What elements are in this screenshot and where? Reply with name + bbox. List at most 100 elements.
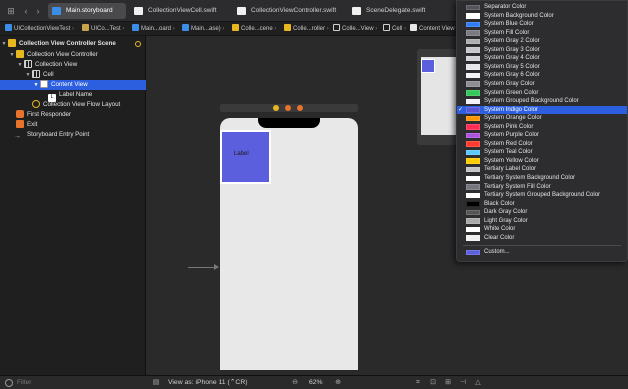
view-icon [410,24,417,31]
first-responder-dock-icon[interactable] [285,105,291,111]
filter-input[interactable]: Filter [17,376,31,389]
document-outline: ▼ Collection View Controller Scene ▼ Colle… [0,36,146,375]
color-menu-item[interactable]: System Background Color [457,12,627,21]
flow-layout-icon [32,100,40,108]
color-menu-item[interactable]: System Red Color [457,140,627,149]
color-menu-item[interactable]: System Fill Color [457,29,627,38]
disclosure-icon[interactable]: ▼ [16,60,24,70]
color-menu-item[interactable]: System Pink Color [457,123,627,132]
color-menu-item[interactable]: System Gray 3 Color [457,46,627,55]
color-menu-item[interactable]: White Color [457,225,627,234]
collection-view-icon [24,60,32,68]
outline-first-responder[interactable]: First Responder [0,110,146,120]
color-menu-item[interactable]: Clear Color [457,234,627,243]
color-menu-label: System Background Color [484,12,554,19]
outline-controller[interactable]: ▼ Collection View Controller [0,50,146,60]
outline-exit[interactable]: Exit [0,120,146,130]
outline-label-name[interactable]: L Label Name [0,90,146,102]
color-menu-item[interactable]: System Purple Color [457,131,627,140]
zoom-out-icon[interactable]: ⊖ [291,379,299,387]
color-swatch [466,124,480,130]
color-menu-label: System Fill Color [484,29,530,36]
color-menu-label: System Pink Color [484,123,534,130]
swift-file-icon [352,7,361,15]
view-as-button[interactable]: View as: iPhone 11 (⌃CR) [168,376,248,389]
cell-label[interactable]: Label [234,151,249,157]
tab-scene-delegate[interactable]: SceneDelegate.swift [348,3,438,19]
color-menu-label: Clear Color [484,234,515,241]
color-swatch [466,81,480,87]
color-menu-item[interactable]: Tertiary Label Color [457,165,627,174]
color-menu-item[interactable]: Dark Gray Color [457,208,627,217]
breadcrumb-item[interactable]: Main...ase) › [182,22,224,36]
outline-flow-layout[interactable]: Collection View Flow Layout [0,100,146,110]
forward-icon[interactable]: › [32,5,44,17]
color-menu-item[interactable]: System Yellow Color [457,157,627,166]
color-menu-item[interactable]: System Gray 5 Color [457,63,627,72]
controller-dock-icon[interactable] [273,105,279,111]
embed-in-icon[interactable]: ⊡ [429,379,437,387]
breadcrumb-item[interactable]: Colle...View › [333,22,377,36]
color-swatch [466,107,480,113]
breadcrumb-item[interactable]: Content View [410,22,455,36]
storyboard-entry-arrow[interactable] [188,264,219,270]
color-menu-item[interactable]: System Gray 6 Color [457,71,627,80]
color-menu-item[interactable]: System Blue Color [457,20,627,29]
color-menu-label: System Teal Color [484,149,533,156]
disclosure-icon[interactable]: ▼ [8,50,16,60]
color-menu-label: System Blue Color [484,21,534,28]
color-menu-label: System Green Color [484,89,539,96]
resolve-issues-icon[interactable]: △ [474,379,482,387]
breadcrumb-item[interactable]: Colle...cene › [232,22,276,36]
phone-frame[interactable]: Label [220,118,358,370]
color-swatch [466,141,480,147]
color-menu-label: System Gray 4 Color [484,55,540,62]
back-icon[interactable]: ‹ [20,5,32,17]
color-menu-item[interactable]: System Grouped Background Color [457,97,627,106]
zoom-in-icon[interactable]: ⊕ [334,379,342,387]
update-frames-icon[interactable]: ⌗ [414,379,422,387]
outline-collection-view[interactable]: ▼ Collection View [0,60,146,70]
storyboard-icon [182,24,189,31]
breadcrumb-item[interactable]: UICo...Test › [82,22,124,36]
color-menu-item[interactable]: System Gray 2 Color [457,37,627,46]
color-menu-item[interactable]: Separator Color [457,3,627,12]
color-menu-item[interactable]: System Teal Color [457,148,627,157]
color-swatch [466,4,480,10]
disclosure-icon[interactable]: ▼ [32,80,40,90]
exit-dock-icon[interactable] [297,105,303,111]
disclosure-icon[interactable]: ▼ [0,39,8,49]
add-constraints-icon[interactable]: ⊣ [459,379,467,387]
breadcrumb-item[interactable]: Colle...roller › [284,22,329,36]
disclosure-icon[interactable]: ▼ [24,70,32,80]
tab-collection-view-controller[interactable]: CollectionViewController.swift [233,3,345,19]
color-menu-item[interactable]: System Gray Color [457,80,627,89]
color-menu-custom[interactable]: Custom... [457,248,627,257]
color-menu-item[interactable]: ✓ System Indigo Color [457,105,627,115]
color-menu-item[interactable]: Tertiary System Fill Color [457,183,627,192]
outline-filter[interactable]: Filter [0,375,146,389]
color-menu-item[interactable]: Light Gray Color [457,217,627,226]
align-icon[interactable]: ⊞ [444,379,452,387]
color-swatch [466,132,480,139]
sidebar-toggle-icon[interactable]: ▤ [152,379,160,387]
collection-cell[interactable]: Label [220,130,271,184]
outline-content-view[interactable]: ▼ Content View [0,80,146,90]
tab-collection-view-cell[interactable]: CollectionViewCell.swift [130,3,226,19]
color-menu-item[interactable]: Tertiary System Grouped Background Color [457,191,627,200]
outline-entry-point[interactable]: → Storyboard Entry Point [0,130,146,140]
outline-scene[interactable]: ▼ Collection View Controller Scene [0,39,146,49]
breadcrumb-item[interactable]: Cell › [383,22,406,36]
tab-main-storyboard[interactable]: Main.storyboard [48,3,126,19]
color-menu-item[interactable]: System Gray 4 Color [457,54,627,63]
folder-icon [82,24,89,31]
color-menu-item[interactable]: Tertiary System Background Color [457,174,627,183]
color-swatch [466,249,480,256]
outline-cell[interactable]: ▼ Cell [0,70,146,80]
color-menu-item[interactable]: System Green Color [457,89,627,98]
grid-icon[interactable]: ⊞ [5,5,17,17]
color-menu-item[interactable]: System Orange Color [457,114,627,123]
color-menu-item[interactable]: Black Color [457,200,627,209]
breadcrumb-item[interactable]: UICollectionViewTest › [5,22,74,36]
breadcrumb-item[interactable]: Main...oard › [132,22,175,36]
